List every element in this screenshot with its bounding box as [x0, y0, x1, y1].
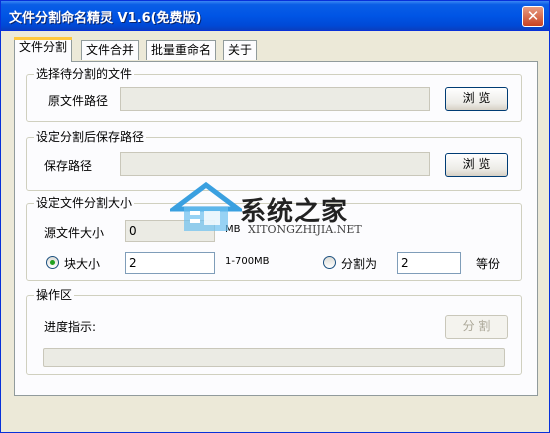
- app-window: 文件分割命名精灵 V1.6(免费版) ✕ 文件分割 文件合并 批量重命名 关于 …: [0, 0, 550, 433]
- progress-label: 进度指示:: [44, 320, 97, 334]
- tab-file-split[interactable]: 文件分割: [14, 37, 73, 62]
- split-size-group-title: 设定文件分割大小: [34, 196, 135, 210]
- tab-file-merge[interactable]: 文件合并: [81, 40, 140, 60]
- browse-save-button[interactable]: 浏 览: [445, 153, 508, 177]
- source-path-field[interactable]: [120, 87, 430, 111]
- tab-batch-rename[interactable]: 批量重命名: [146, 40, 217, 60]
- source-size-label: 源文件大小: [44, 226, 105, 240]
- tab-panel-file-split: 选择待分割的文件 原文件路径 浏 览 设定分割后保存路径 保存路径 浏 览 设定…: [14, 61, 538, 396]
- close-button[interactable]: ✕: [522, 6, 544, 27]
- house-logo-icon: [170, 181, 242, 231]
- window-title: 文件分割命名精灵 V1.6(免费版): [9, 11, 202, 26]
- tab-about[interactable]: 关于: [223, 40, 258, 60]
- progress-bar: [43, 348, 505, 367]
- split-button[interactable]: 分 割: [445, 315, 508, 339]
- select-file-group: 选择待分割的文件 原文件路径 浏 览: [26, 67, 522, 122]
- split-into-radio[interactable]: [323, 256, 336, 269]
- split-into-unit: 等份: [476, 257, 501, 271]
- block-size-radio[interactable]: [46, 256, 59, 269]
- operation-group: 操作区 进度指示: 分 割: [26, 288, 522, 375]
- save-path-label: 保存路径: [44, 159, 93, 173]
- block-size-input[interactable]: 2: [125, 252, 215, 274]
- source-path-label: 原文件路径: [48, 94, 109, 108]
- title-bar[interactable]: 文件分割命名精灵 V1.6(免费版) ✕: [1, 1, 549, 31]
- block-size-range-hint: 1-700MB: [225, 256, 270, 267]
- watermark-subtitle: XITONGZHIJIA.NET: [248, 223, 362, 236]
- save-path-group-title: 设定分割后保存路径: [34, 130, 147, 144]
- select-file-group-title: 选择待分割的文件: [34, 67, 135, 81]
- split-into-input[interactable]: 2: [397, 252, 461, 274]
- save-path-field[interactable]: [120, 152, 430, 176]
- watermark-logo: 系统之家 XITONGZHIJIA.NET: [170, 179, 390, 249]
- close-icon: ✕: [526, 7, 540, 25]
- block-size-label: 块大小: [64, 257, 101, 271]
- operation-group-title: 操作区: [34, 288, 75, 302]
- browse-source-button[interactable]: 浏 览: [445, 87, 508, 111]
- split-into-label: 分割为: [341, 257, 378, 271]
